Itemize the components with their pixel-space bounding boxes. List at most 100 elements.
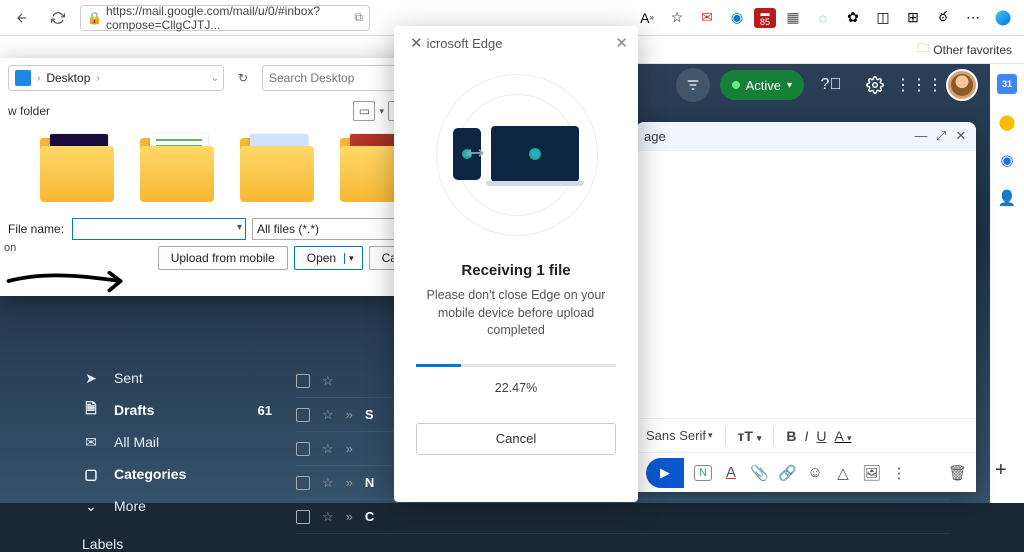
sidebar-item-categories[interactable]: ▢Categories [72,458,282,490]
contacts-icon[interactable]: 👤 [997,188,1017,208]
compose-title: age [644,129,666,144]
underline-icon[interactable]: U [816,428,826,444]
checkbox[interactable] [296,374,310,388]
extensions-icon[interactable]: ✿ [840,5,866,31]
expand-icon[interactable]: ⤢ [934,128,948,144]
send-button[interactable]: ▶ [646,458,684,488]
edge-upload-dialog: ✕ icrosoft Edge ✕ Receiving 1 file Pleas… [394,26,638,502]
compose-n-icon[interactable]: N [694,465,712,481]
file-open-dialog: ✕ › Desktop › ⌄ ↻ 🔍 w folder ▭▾ ◧ ? on A… [0,58,440,296]
folder-item[interactable]: Au [36,132,118,202]
star-icon[interactable]: ☆ [322,407,334,423]
copilot-icon[interactable] [990,5,1016,31]
filepicker-toolbar: w folder ▭▾ ◧ ? [0,98,440,124]
ext-icon-4[interactable]: ◌ [810,5,836,31]
status-dot-icon [732,81,740,89]
chevron-right-icon: › [96,73,99,84]
star-icon[interactable]: ☆ [322,475,334,491]
keep-icon[interactable]: ⬤ [997,112,1017,132]
emoji-icon[interactable]: ☺ [806,464,824,481]
close-icon[interactable]: ✕ [615,34,628,52]
ext-icon-3[interactable]: ▦ [780,5,806,31]
format-toolbar: Sans Serif ▾ тT ▾ B I U A ▾ [636,418,976,452]
upload-from-mobile-button[interactable]: Upload from mobile [158,246,288,270]
mail-icon: ✉ [82,434,100,451]
apps-button[interactable]: ⋮⋮⋮ [902,68,936,102]
discard-icon[interactable]: 🗑 [948,464,966,482]
close-icon[interactable]: ✕ [954,128,968,144]
font-size-icon[interactable]: тT ▾ [738,428,762,444]
status-active-pill[interactable]: Active ▾ [720,70,804,100]
star-icon[interactable]: ☆ [322,509,334,525]
filter-button[interactable] [676,68,710,102]
side-panel: 31 ⬤ ◉ 👤 + [990,64,1024,503]
checkbox[interactable] [296,476,310,490]
account-avatar[interactable] [946,69,978,101]
compose-body[interactable] [636,150,976,418]
open-button[interactable]: Open▾ [294,246,363,270]
drive-icon[interactable]: △ [834,464,852,482]
sidebar-item-drafts[interactable]: 🗎Drafts61 [72,394,282,426]
folder-item[interactable] [136,132,218,202]
settings-button[interactable] [858,68,892,102]
favorite-icon[interactable]: ☆ [664,5,690,31]
breadcrumb[interactable]: › Desktop › ⌄ [8,65,224,91]
close-icon[interactable]: ✕ [410,34,423,52]
split-icon[interactable]: ◫ [870,5,896,31]
star-icon[interactable]: ☆ [322,441,334,457]
checkbox[interactable] [296,510,310,524]
ext-icon-5[interactable]: ఠ [930,5,956,31]
more-icon[interactable]: ⋯ [960,5,986,31]
folder-icon: 🗀 [917,39,929,60]
edge-dialog-header: ✕ icrosoft Edge ✕ [394,26,638,60]
font-select[interactable]: Sans Serif ▾ [646,428,713,443]
support-button[interactable]: ?⃝ [814,68,848,102]
chevron-down-icon[interactable]: ▾ [379,106,384,117]
chevron-down-icon[interactable]: ⌄ [211,73,219,84]
bold-icon[interactable]: B [786,428,796,444]
more-icon[interactable]: ⋮ [890,464,908,482]
refresh-button[interactable]: ↻ [230,65,256,91]
ext-icon-1[interactable]: ◉ [724,5,750,31]
open-split-icon[interactable]: ▾ [344,253,358,264]
other-favorites-folder[interactable]: 🗀 Other favorites [917,39,1012,60]
calendar-icon[interactable]: 31 [997,74,1017,94]
folder-item[interactable] [236,132,318,202]
tasks-icon[interactable]: ◉ [997,150,1017,170]
filename-input[interactable]: ▾ [72,218,246,240]
sidebar-item-allmail[interactable]: ✉All Mail [72,426,282,458]
new-folder-button[interactable]: w folder [8,104,50,118]
desktop-icon [15,70,31,86]
edge-cancel-button[interactable]: Cancel [416,423,616,455]
italic-icon[interactable]: I [804,428,808,444]
address-bar[interactable]: 🔒 https://mail.google.com/mail/u/0/#inbo… [80,5,370,31]
compose-header[interactable]: age — ⤢ ✕ [636,122,976,150]
sidebar-item-more[interactable]: ⌄More [72,490,282,522]
text-format-icon[interactable]: A [722,464,740,481]
image-icon[interactable]: 🖼 [862,464,880,482]
checkbox[interactable] [296,408,310,422]
view-toggle-1[interactable]: ▭ [353,101,375,121]
mail-row[interactable]: ☆»C [296,500,950,534]
progress-bar [416,364,616,367]
compose-window: age — ⤢ ✕ Sans Serif ▾ тT ▾ B I U A ▾ ▶ … [636,122,976,492]
sidebar-item-sent[interactable]: ➤Sent [72,362,282,394]
checkbox[interactable] [296,442,310,456]
chevron-down-icon: ⌄ [82,498,100,515]
minimize-icon[interactable]: — [914,128,928,144]
refresh-button[interactable] [44,4,72,32]
chevron-down-icon[interactable]: ▾ [237,222,242,233]
text-color-icon[interactable]: A ▾ [835,428,852,444]
star-icon[interactable]: ☆ [322,373,334,389]
link-icon[interactable]: 🔗 [778,464,796,482]
collections-icon[interactable]: ⊞ [900,5,926,31]
ext-icon-2[interactable]: ▬85 [754,8,776,28]
back-button[interactable] [8,4,36,32]
addons-plus-icon[interactable]: + [995,459,1019,483]
gmail-ext-icon[interactable]: ✉ [694,5,720,31]
location-label: Desktop [46,71,90,85]
favorites-label: Other favorites [933,43,1012,57]
truncated-sidebar-text: on [4,242,16,254]
attach-icon[interactable]: 📎 [750,464,768,482]
chevron-down-icon: ▾ [787,80,792,91]
